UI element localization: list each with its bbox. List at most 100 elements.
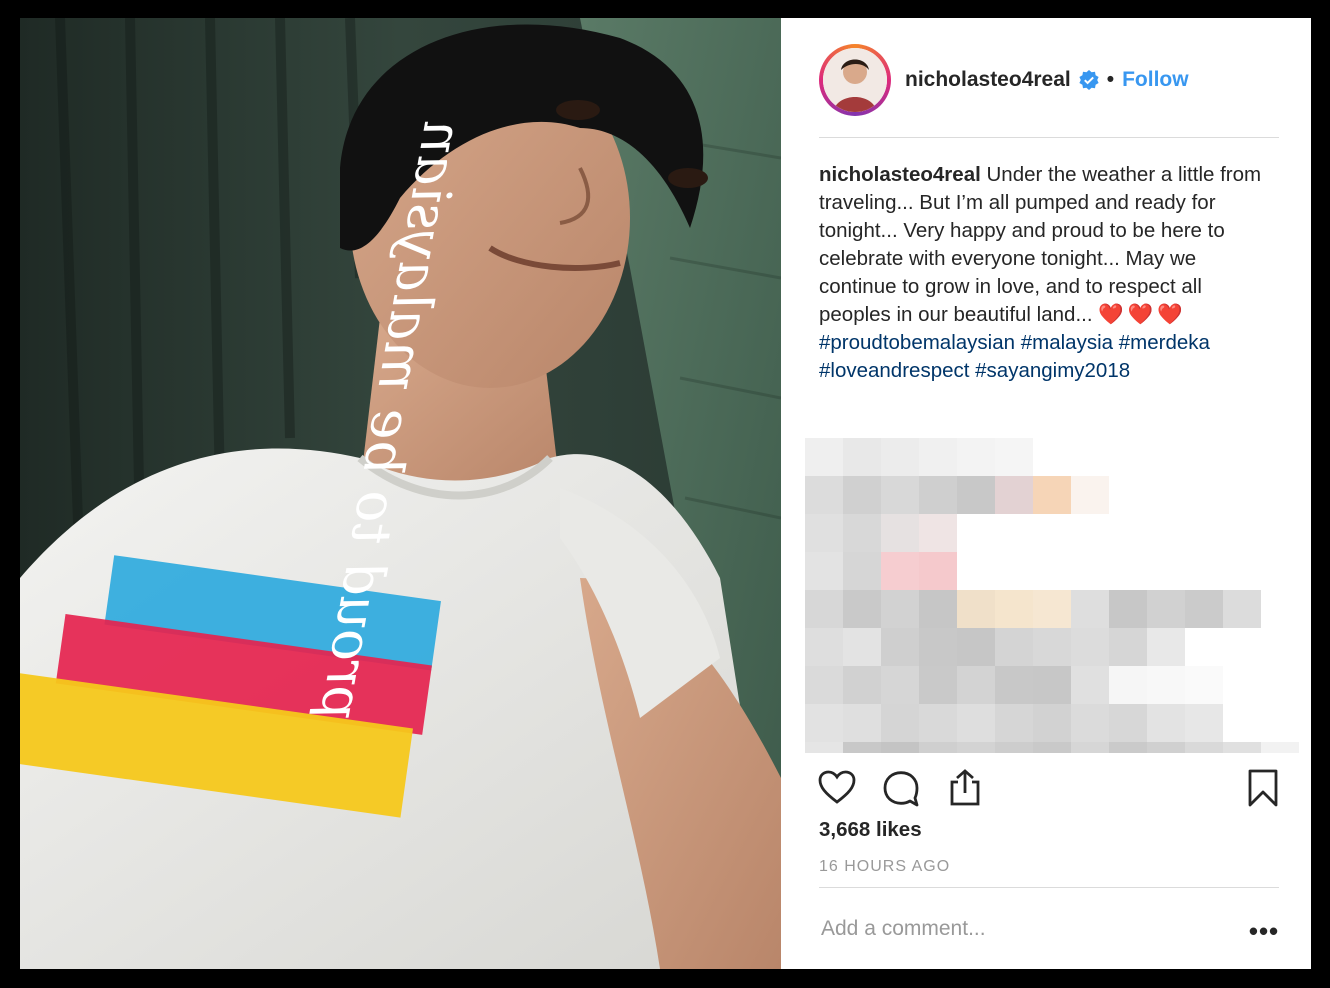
pixel-tile <box>805 438 843 476</box>
heart-icon[interactable] <box>817 768 857 808</box>
share-icon[interactable] <box>945 768 985 808</box>
pixel-tile <box>843 438 881 476</box>
pixel-tile <box>843 666 881 704</box>
pixel-tile <box>1147 590 1185 628</box>
pixel-tile <box>881 704 919 742</box>
pixel-tile <box>1185 742 1223 753</box>
pixel-tile <box>1147 742 1185 753</box>
pixel-tile <box>919 590 957 628</box>
pixel-tile <box>919 476 957 514</box>
pixel-tile <box>1033 666 1071 704</box>
caption-hearts: ❤️❤️❤️ <box>1098 303 1187 326</box>
pixel-tile <box>957 590 995 628</box>
pixel-tile <box>1109 628 1147 666</box>
caption-text: Under the weather a little from travelin… <box>819 163 1262 326</box>
pixel-tile <box>881 476 919 514</box>
hashtag-link[interactable]: #loveandrespect <box>819 359 969 382</box>
hashtag-link[interactable]: #merdeka <box>1119 331 1210 354</box>
pixel-tile <box>805 552 843 590</box>
pixel-tile <box>919 438 957 476</box>
pixel-tile <box>957 742 995 753</box>
pixel-tile <box>1033 704 1071 742</box>
pixel-tile <box>919 514 957 552</box>
hashtag-link[interactable]: #malaysia <box>1021 331 1113 354</box>
verified-badge-icon <box>1079 69 1099 90</box>
pixel-tile <box>1223 742 1261 753</box>
pixel-tile <box>881 628 919 666</box>
pixel-tile <box>1033 628 1071 666</box>
pixel-tile <box>1261 742 1299 753</box>
pixel-tile <box>1071 476 1109 514</box>
pixel-tile <box>1071 666 1109 704</box>
pixel-tile <box>1033 476 1071 514</box>
post-detail-panel: nicholasteo4real • Follow nicholasteo4re… <box>781 18 1311 969</box>
caption-username[interactable]: nicholasteo4real <box>819 163 981 186</box>
pixel-tile <box>957 666 995 704</box>
pixel-tile <box>957 438 995 476</box>
pixel-tile <box>881 552 919 590</box>
pixel-tile <box>881 590 919 628</box>
hashtag-link[interactable]: #proudtobemalaysian <box>819 331 1015 354</box>
bookmark-icon[interactable] <box>1243 768 1283 808</box>
pixel-tile <box>881 742 919 753</box>
follow-button[interactable]: Follow <box>1122 68 1189 92</box>
pixel-tile <box>805 742 843 753</box>
pixel-tile <box>919 704 957 742</box>
pixel-tile <box>1147 628 1185 666</box>
header-separator: • <box>1106 67 1115 91</box>
pixel-tile <box>805 704 843 742</box>
pixel-tile <box>1185 590 1223 628</box>
pixel-tile <box>1033 742 1071 753</box>
pixel-tile <box>1147 704 1185 742</box>
post-caption: nicholasteo4real Under the weather a lit… <box>819 161 1279 385</box>
more-options-button[interactable]: ••• <box>1249 916 1279 946</box>
pixel-tile <box>1109 590 1147 628</box>
divider <box>819 887 1279 888</box>
pixel-tile <box>843 476 881 514</box>
username-link[interactable]: nicholasteo4real <box>905 68 1071 92</box>
pixel-tile <box>805 666 843 704</box>
pixel-tile <box>881 666 919 704</box>
pixel-tile <box>1223 590 1261 628</box>
pixel-tile <box>1109 666 1147 704</box>
pixel-tile <box>1109 704 1147 742</box>
post-timestamp: 16 HOURS AGO <box>819 858 951 875</box>
post-header: nicholasteo4real • Follow <box>819 42 1279 138</box>
pixel-tile <box>1071 704 1109 742</box>
action-bar <box>817 766 1283 810</box>
pixel-tile <box>843 552 881 590</box>
pixel-tile <box>805 476 843 514</box>
comment-icon[interactable] <box>881 768 921 808</box>
hashtag-link[interactable]: #sayangimy2018 <box>975 359 1130 382</box>
pixel-tile <box>995 628 1033 666</box>
pixel-tile <box>843 628 881 666</box>
likes-count[interactable]: 3,668 likes <box>819 818 922 842</box>
pixel-tile <box>1185 704 1223 742</box>
pixel-tile <box>843 514 881 552</box>
pixel-tile <box>995 438 1033 476</box>
post-photo[interactable]: proud to be malaysian <box>20 18 781 969</box>
pixel-tile <box>1033 590 1071 628</box>
pixel-tile <box>1147 666 1185 704</box>
pixel-tile <box>957 476 995 514</box>
pixel-tile <box>995 742 1033 753</box>
pixel-tile <box>805 514 843 552</box>
pixel-tile <box>843 590 881 628</box>
pixel-tile <box>843 704 881 742</box>
comment-input[interactable] <box>819 916 1223 942</box>
pixel-tile <box>805 628 843 666</box>
pixel-tile <box>957 704 995 742</box>
pixel-tile <box>843 742 881 753</box>
pixel-tile <box>995 666 1033 704</box>
pixel-tile <box>919 628 957 666</box>
pixel-tile <box>1071 590 1109 628</box>
pixel-tile <box>1109 742 1147 753</box>
pixel-tile <box>805 590 843 628</box>
pixel-tile <box>957 628 995 666</box>
pixel-tile <box>1185 666 1223 704</box>
pixel-tile <box>919 666 957 704</box>
avatar[interactable] <box>823 47 887 112</box>
selfie-image: proud to be malaysian <box>20 18 781 969</box>
avatar-story-ring[interactable] <box>819 43 891 116</box>
pixel-tile <box>1071 628 1109 666</box>
